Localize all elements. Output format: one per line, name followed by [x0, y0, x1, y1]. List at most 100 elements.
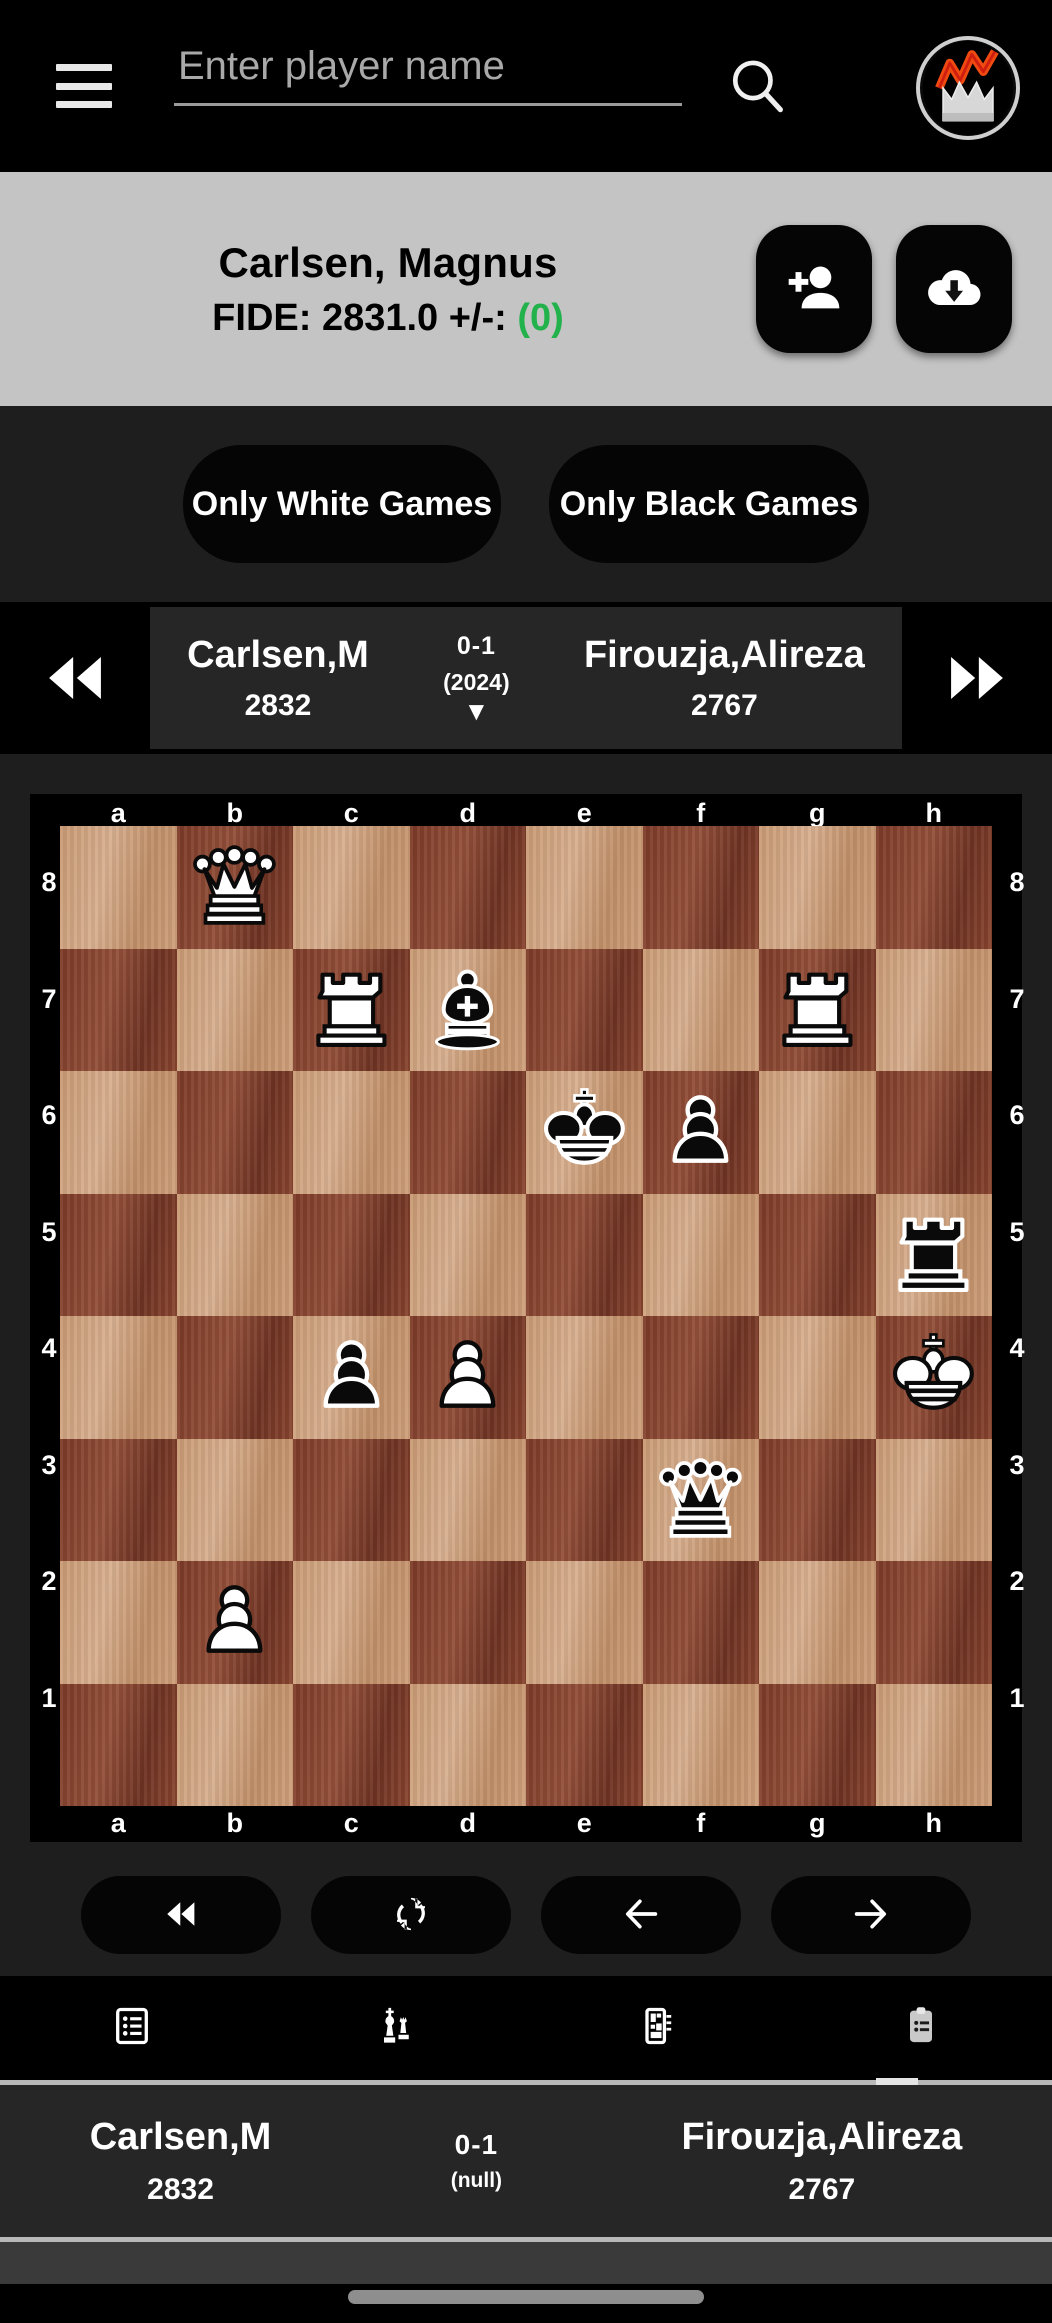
square-d1[interactable] — [409, 1683, 526, 1806]
square-g1[interactable] — [759, 1683, 876, 1806]
square-g4[interactable] — [759, 1316, 876, 1439]
square-d8[interactable] — [409, 826, 526, 949]
crown-logo-avatar[interactable] — [916, 36, 1020, 140]
next-move-button[interactable] — [771, 1876, 971, 1954]
square-a3[interactable] — [60, 1438, 177, 1561]
square-c8[interactable] — [293, 826, 410, 949]
square-h1[interactable] — [875, 1683, 992, 1806]
square-a5[interactable] — [60, 1193, 177, 1316]
tab-pieces[interactable] — [263, 2004, 526, 2053]
square-h6[interactable] — [875, 1071, 992, 1194]
square-d3[interactable] — [409, 1438, 526, 1561]
only-black-games-button[interactable]: Only Black Games — [549, 445, 869, 563]
square-b2[interactable] — [176, 1561, 294, 1684]
square-a7[interactable] — [60, 948, 177, 1071]
square-c5[interactable] — [293, 1193, 410, 1316]
square-h2[interactable] — [875, 1561, 992, 1684]
square-b5[interactable] — [176, 1193, 293, 1316]
square-f7[interactable] — [642, 948, 759, 1071]
rewind-to-start-button[interactable] — [81, 1876, 281, 1954]
square-f2[interactable] — [642, 1561, 759, 1684]
square-b3[interactable] — [176, 1438, 293, 1561]
tab-moves-list[interactable] — [0, 2004, 263, 2053]
square-a8[interactable] — [60, 826, 177, 949]
square-h7[interactable] — [875, 948, 992, 1071]
flip-board-button[interactable] — [311, 1876, 511, 1954]
piece-black-rook[interactable] — [876, 1194, 993, 1317]
piece-white-pawn[interactable] — [410, 1316, 527, 1439]
square-e5[interactable] — [526, 1193, 643, 1316]
piece-white-king[interactable] — [876, 1316, 993, 1439]
search-input[interactable] — [174, 40, 682, 106]
piece-black-pawn[interactable] — [643, 1071, 760, 1194]
square-b1[interactable] — [176, 1683, 293, 1806]
game-result-block[interactable]: 0-1 (2024) ▼ — [443, 632, 509, 724]
next-game-button[interactable] — [902, 602, 1052, 754]
square-a6[interactable] — [60, 1071, 177, 1194]
square-e8[interactable] — [526, 826, 643, 949]
square-h4[interactable] — [875, 1316, 993, 1439]
piece-white-rook[interactable] — [293, 949, 410, 1072]
home-indicator[interactable] — [348, 2290, 704, 2304]
game-footer[interactable]: Carlsen,M 2832 0-1 (null) Firouzja,Alire… — [0, 2085, 1052, 2237]
square-f4[interactable] — [642, 1316, 759, 1439]
piece-black-bishop[interactable] — [410, 949, 527, 1072]
piece-black-king[interactable] — [526, 1071, 643, 1194]
add-player-button[interactable] — [756, 225, 872, 353]
tab-board-panel[interactable] — [526, 2004, 789, 2053]
square-g5[interactable] — [759, 1193, 876, 1316]
square-b6[interactable] — [176, 1071, 293, 1194]
square-d4[interactable] — [409, 1316, 527, 1439]
square-f3[interactable] — [642, 1438, 760, 1562]
piece-white-pawn[interactable] — [177, 1561, 294, 1684]
square-e2[interactable] — [526, 1561, 643, 1684]
square-c4[interactable] — [293, 1316, 410, 1439]
square-e4[interactable] — [526, 1316, 643, 1439]
square-b4[interactable] — [176, 1316, 293, 1439]
square-a2[interactable] — [60, 1561, 177, 1684]
square-d6[interactable] — [409, 1071, 526, 1194]
download-games-button[interactable] — [896, 225, 1012, 353]
square-h3[interactable] — [875, 1438, 992, 1561]
search-icon[interactable] — [724, 53, 790, 119]
square-g2[interactable] — [759, 1561, 876, 1684]
square-d5[interactable] — [409, 1193, 526, 1316]
square-c6[interactable] — [293, 1071, 410, 1194]
square-f1[interactable] — [642, 1683, 759, 1806]
square-a4[interactable] — [60, 1316, 177, 1439]
piece-white-queen[interactable] — [177, 826, 294, 949]
square-c7[interactable] — [293, 948, 410, 1072]
square-g8[interactable] — [759, 826, 876, 949]
square-b7[interactable] — [176, 948, 293, 1071]
only-white-games-button[interactable]: Only White Games — [183, 445, 501, 563]
tab-notes[interactable] — [789, 2004, 1052, 2053]
square-g6[interactable] — [759, 1071, 876, 1194]
square-c3[interactable] — [293, 1438, 410, 1561]
current-game-card[interactable]: Carlsen,M 2832 0-1 (2024) ▼ Firouzja,Ali… — [150, 607, 902, 749]
square-e3[interactable] — [526, 1438, 643, 1561]
square-e1[interactable] — [526, 1683, 643, 1806]
square-f5[interactable] — [642, 1193, 759, 1316]
square-d2[interactable] — [409, 1561, 526, 1684]
previous-game-button[interactable] — [0, 602, 150, 754]
previous-move-button[interactable] — [541, 1876, 741, 1954]
hamburger-menu-icon[interactable] — [56, 64, 112, 108]
square-f8[interactable] — [642, 826, 759, 949]
square-f6[interactable] — [642, 1071, 760, 1194]
square-d7[interactable] — [409, 948, 527, 1072]
square-a1[interactable] — [60, 1683, 177, 1806]
square-g3[interactable] — [759, 1438, 876, 1561]
square-e6[interactable] — [526, 1071, 643, 1194]
square-b8[interactable] — [176, 826, 294, 949]
piece-black-queen[interactable] — [643, 1439, 760, 1562]
piece-white-rook[interactable] — [759, 949, 876, 1072]
square-c2[interactable] — [293, 1561, 410, 1684]
chessboard[interactable] — [60, 826, 992, 1806]
piece-black-pawn[interactable] — [293, 1316, 410, 1439]
square-g7[interactable] — [759, 948, 876, 1072]
square-h5[interactable] — [875, 1193, 993, 1317]
square-c1[interactable] — [293, 1683, 410, 1806]
square-e7[interactable] — [526, 948, 643, 1071]
chevron-down-icon[interactable]: ▼ — [443, 698, 509, 724]
square-h8[interactable] — [875, 826, 992, 949]
